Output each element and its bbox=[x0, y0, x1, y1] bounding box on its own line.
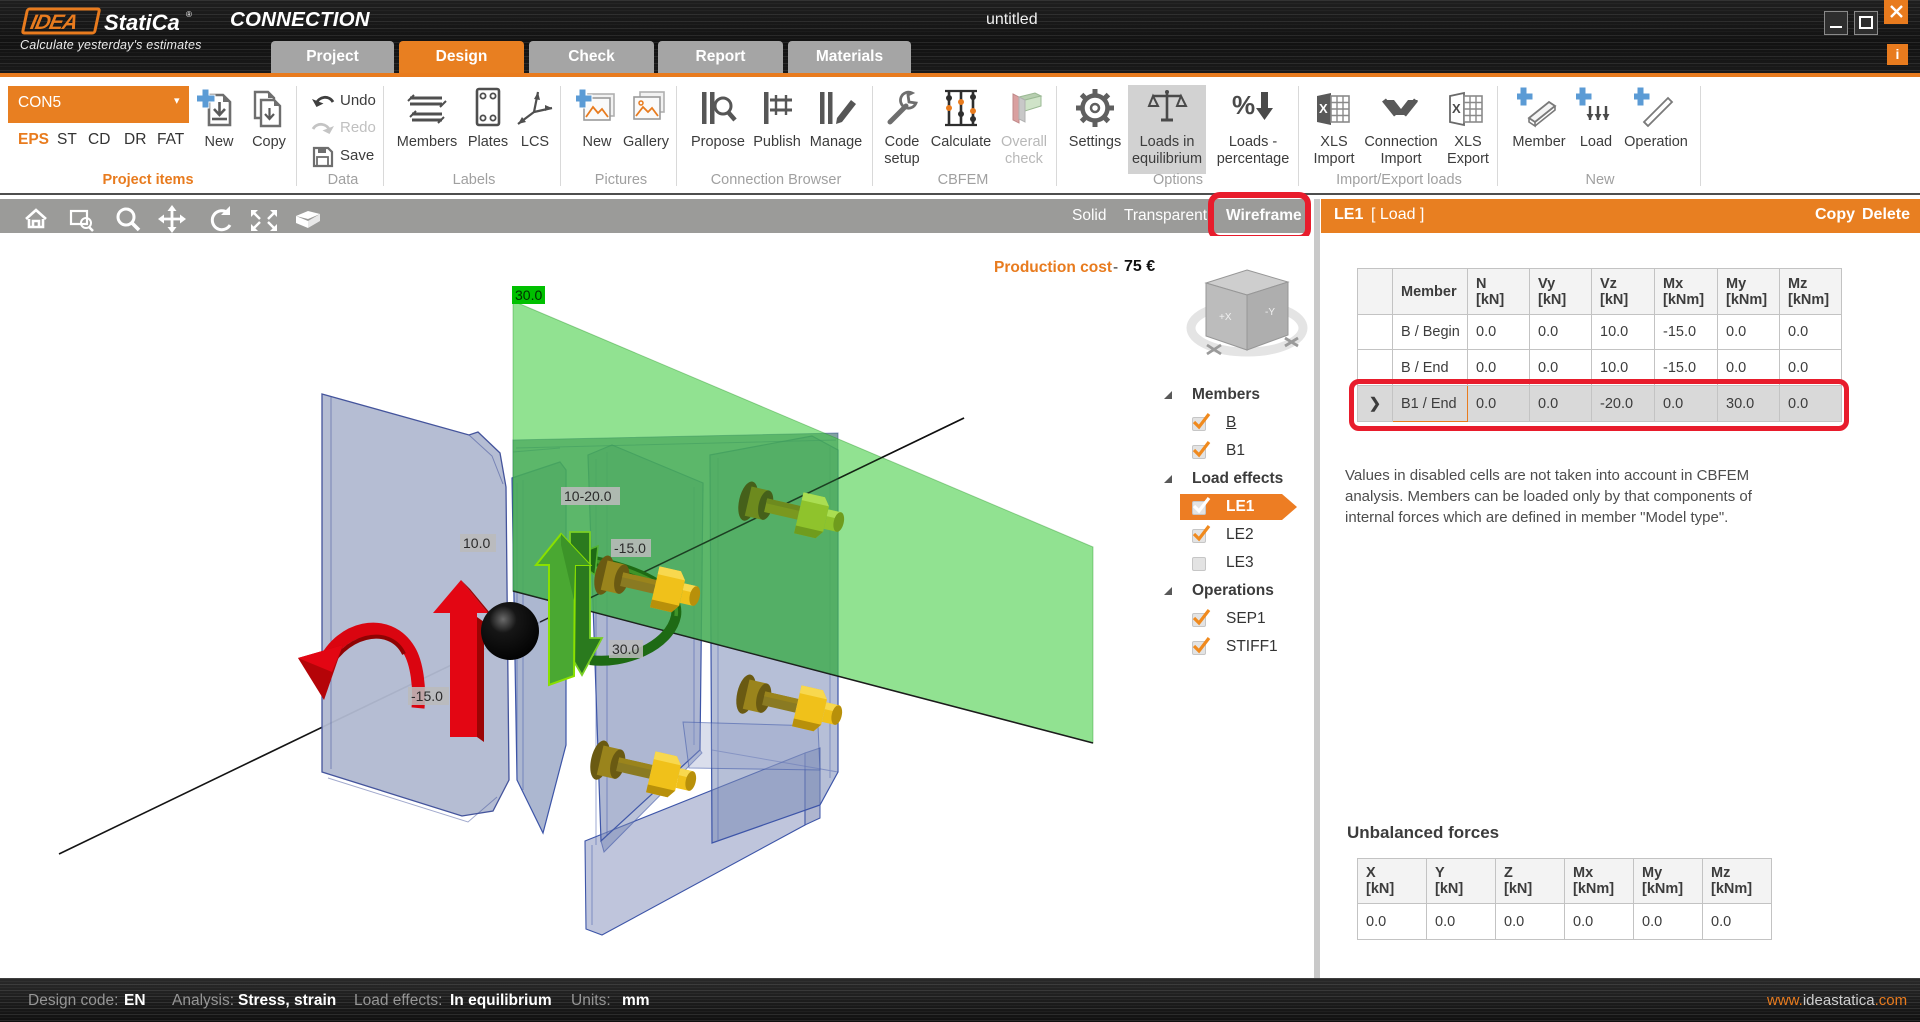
svg-text:IDEA: IDEA bbox=[28, 11, 79, 34]
svg-text:10-20.0: 10-20.0 bbox=[564, 488, 612, 504]
svg-text:30.0: 30.0 bbox=[515, 287, 542, 303]
svg-text:-15.0: -15.0 bbox=[411, 688, 443, 704]
svg-text:®: ® bbox=[186, 10, 192, 19]
svg-text:-15.0: -15.0 bbox=[614, 540, 646, 556]
svg-text:-Y: -Y bbox=[1265, 307, 1275, 318]
svg-text:30.0: 30.0 bbox=[612, 641, 639, 657]
svg-text:+X: +X bbox=[1219, 312, 1232, 323]
svg-text:X: X bbox=[1319, 101, 1328, 116]
svg-text:StatiCa: StatiCa bbox=[104, 10, 180, 35]
svg-text:X: X bbox=[1452, 101, 1461, 116]
svg-text:%: % bbox=[1232, 90, 1255, 120]
svg-text:10.0: 10.0 bbox=[463, 535, 490, 551]
